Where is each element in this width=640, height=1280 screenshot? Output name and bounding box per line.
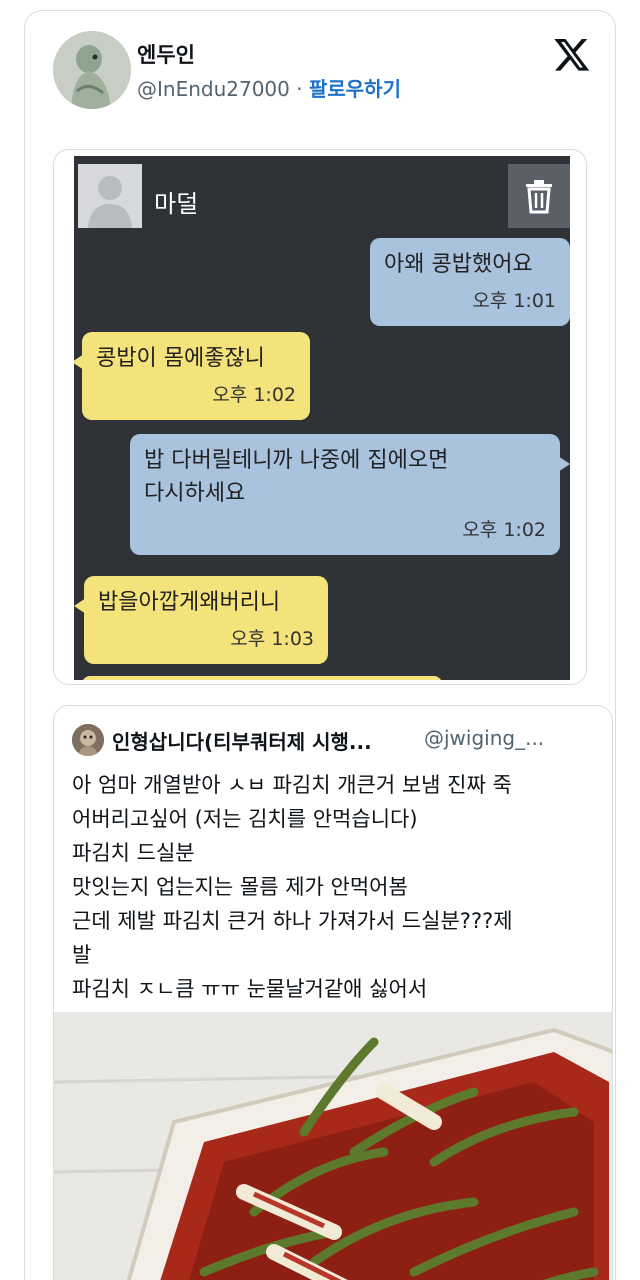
x-logo-icon[interactable] bbox=[553, 35, 591, 73]
message-text: 콩밥이 몸에좋잖니 bbox=[96, 346, 265, 371]
quoted-tweet[interactable]: 인형삽니다(티부쿼터제 시행... @jwiging_... 아 엄마 개열받아… bbox=[53, 705, 613, 1280]
text-line: 근데 제발 파김치 큰거 하나 가져가서 드실분???제 bbox=[72, 909, 513, 934]
tweet-card: 엔두인 @InEndu27000 · 팔로우하기 마덜 아왜 콩밥했어요 오후 … bbox=[24, 10, 616, 1280]
text-line: 파김치 ㅈㄴ큼 ㅠㅠ 눈물날거같애 싫어서 bbox=[72, 977, 428, 1002]
quoted-handle[interactable]: @jwiging_... bbox=[424, 726, 544, 750]
chat-bubble-sent: 아왜 콩밥했어요 오후 1:01 bbox=[370, 238, 570, 326]
user-handle[interactable]: @InEndu27000 bbox=[137, 77, 290, 101]
message-text: 아왜 콩밥했어요 bbox=[384, 252, 533, 277]
chat-bubble-received: 콩밥이 몸에좋잖니 오후 1:02 bbox=[74, 332, 310, 420]
text-line: 파김치 드실분 bbox=[72, 841, 195, 866]
display-name[interactable]: 엔두인 bbox=[137, 39, 195, 69]
default-profile-icon bbox=[78, 164, 142, 228]
chat-contact-name: 마덜 bbox=[154, 190, 199, 218]
chat-bubble-received: 밥을아깝게왜버리니 오후 1:03 bbox=[74, 576, 328, 664]
message-time: 오후 1:01 bbox=[472, 290, 556, 312]
follow-button[interactable]: 팔로우하기 bbox=[309, 77, 401, 101]
message-time: 오후 1:02 bbox=[462, 519, 546, 541]
message-text: 다시하세요 bbox=[144, 481, 246, 506]
quoted-display-name[interactable]: 인형삽니다(티부쿼터제 시행... bbox=[112, 726, 372, 755]
quoted-user-avatar[interactable] bbox=[72, 724, 104, 756]
chat-screen: 마덜 아왜 콩밥했어요 오후 1:01 콩밥이 몸에좋잖니 오후 1:02 밥 … bbox=[74, 156, 570, 680]
text-line: 아 엄마 개열받아 ㅅㅂ 파김치 개큰거 보냄 진짜 죽 bbox=[72, 773, 512, 797]
text-line: 어버리고싶어 (저는 김치를 안먹습니다) bbox=[72, 807, 418, 832]
quoted-tweet-text: 아 엄마 개열받아 ㅅㅂ 파김치 개큰거 보냄 진짜 죽 어버리고싶어 (저는 … bbox=[72, 768, 592, 1006]
chat-screenshot-image[interactable]: 마덜 아왜 콩밥했어요 오후 1:01 콩밥이 몸에좋잖니 오후 1:02 밥 … bbox=[53, 149, 587, 685]
handle-line: @InEndu27000 · 팔로우하기 bbox=[137, 73, 401, 102]
next-bubble-edge bbox=[82, 676, 442, 680]
text-line: 맛잇는지 업는지는 몰름 제가 안먹어봄 bbox=[72, 875, 408, 900]
kimchi-photo[interactable] bbox=[54, 1012, 612, 1280]
separator: · bbox=[289, 77, 309, 101]
user-avatar[interactable] bbox=[53, 31, 131, 109]
message-text: 밥 다버릴테니까 나중에 집에오면 bbox=[144, 448, 449, 473]
text-line: 발 bbox=[72, 943, 92, 968]
trash-icon[interactable] bbox=[508, 164, 570, 228]
chat-bubble-sent: 밥 다버릴테니까 나중에 집에오면 다시하세요 오후 1:02 bbox=[130, 434, 570, 555]
message-text: 밥을아깝게왜버리니 bbox=[98, 590, 281, 615]
message-time: 오후 1:03 bbox=[230, 628, 314, 650]
message-time: 오후 1:02 bbox=[212, 384, 296, 406]
